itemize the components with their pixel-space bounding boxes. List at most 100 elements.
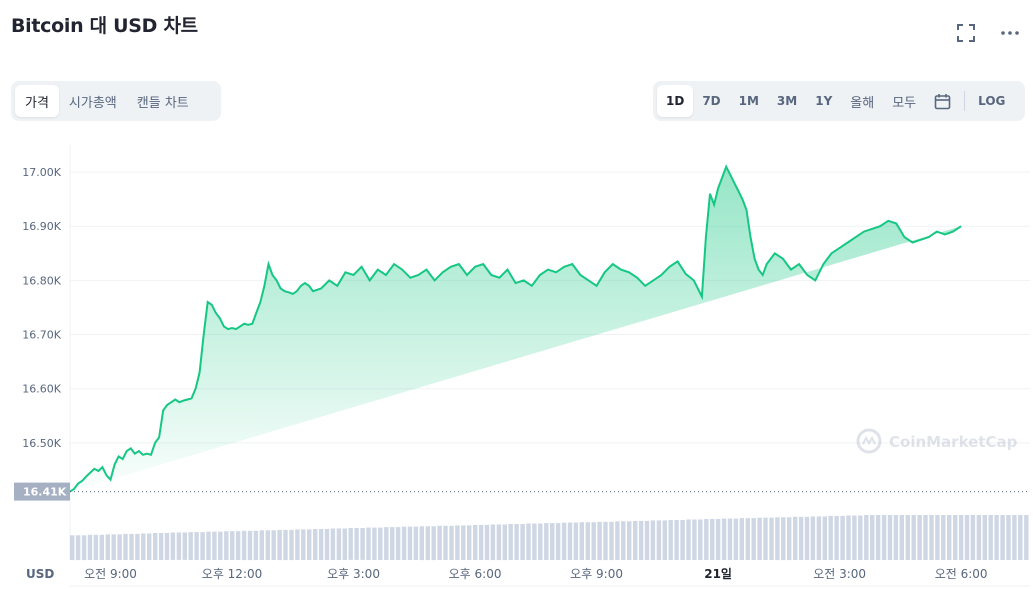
y-tick-label: 16.60K — [22, 383, 61, 396]
volume-bar — [135, 533, 140, 560]
volume-bar — [591, 522, 596, 560]
volume-bar — [158, 533, 164, 560]
volume-bar — [307, 529, 312, 560]
price-chart[interactable]: 17.00K 16.90K 16.80K 16.70K 16.60K 16.50K 16.… — [0, 0, 1033, 589]
volume-bar — [881, 515, 887, 560]
volume-bar — [532, 523, 537, 560]
volume-bar — [615, 521, 620, 560]
volume-bar — [407, 526, 413, 560]
volume-bar — [395, 527, 401, 560]
volume-bar — [550, 523, 555, 560]
x-tick-label: 21일 — [704, 567, 732, 581]
volume-bar — [1024, 515, 1029, 560]
volume-bar — [449, 525, 454, 560]
volume-bar — [627, 521, 632, 560]
y-tick-label: 17.00K — [22, 166, 61, 179]
y-tick-label: 16.90K — [22, 220, 61, 233]
volume-bar — [390, 527, 395, 560]
x-tick-label: 오전 9:00 — [84, 567, 137, 581]
volume-bar — [745, 518, 750, 560]
volume-bar — [822, 516, 827, 560]
volume-bar — [858, 515, 863, 560]
volume-bar — [793, 516, 798, 560]
y-axis: 17.00K 16.90K 16.80K 16.70K 16.60K 16.50K — [22, 166, 61, 450]
volume-bar — [455, 525, 460, 560]
volume-bar — [875, 515, 881, 560]
volume-bar — [313, 529, 318, 560]
y-tick-label: 16.80K — [22, 274, 61, 287]
volume-bar — [1018, 515, 1023, 560]
volume-bar — [188, 532, 193, 560]
x-tick-label: 오전 3:00 — [813, 567, 866, 581]
volume-bar — [958, 515, 964, 560]
volume-bar — [235, 531, 241, 560]
volume-bar — [834, 515, 839, 560]
volume-bar — [775, 517, 780, 561]
volume-bar — [200, 532, 205, 560]
volume-bar — [804, 516, 810, 560]
volume-bar — [484, 524, 490, 560]
current-price-label: 16.41K — [23, 486, 67, 499]
volume-bar — [342, 528, 347, 560]
volume-bar — [953, 515, 958, 560]
volume-bar — [638, 520, 644, 560]
volume-bar — [271, 530, 276, 560]
volume-bar — [798, 516, 804, 560]
volume-bar — [911, 515, 916, 560]
watermark-text: CoinMarketCap — [889, 433, 1018, 451]
volume-bar — [656, 520, 662, 560]
volume-bar — [899, 515, 904, 560]
volume-bar — [1006, 515, 1011, 560]
volume-bar — [301, 529, 306, 560]
volume-bar — [81, 535, 87, 561]
volume-bar — [170, 532, 176, 560]
volume-bar — [378, 527, 383, 560]
volume-bar — [887, 515, 893, 560]
volume-bar — [141, 533, 146, 560]
volume-bar — [247, 530, 253, 561]
volume-bar — [739, 518, 744, 560]
volume-bar — [147, 533, 152, 560]
volume-bar — [668, 520, 673, 560]
volume-bar — [597, 521, 602, 561]
volume-bar — [182, 532, 187, 560]
volume-bar — [277, 529, 282, 561]
volume-bar — [401, 526, 407, 560]
volume-bar — [650, 520, 656, 560]
volume-bar — [324, 529, 330, 560]
volume-bar — [935, 515, 940, 560]
volume-bar — [206, 531, 211, 560]
volume-bar — [544, 523, 549, 560]
volume-bar — [1000, 515, 1005, 560]
volume-bar — [852, 515, 857, 560]
volume-bar — [692, 519, 697, 560]
volume-bar — [1012, 515, 1017, 560]
volume-bar — [763, 517, 768, 560]
volume-bar — [372, 527, 377, 560]
volume-bar — [502, 524, 507, 561]
volume-bar — [360, 528, 365, 560]
volume-bar — [704, 519, 709, 560]
volume-bar — [644, 520, 650, 560]
x-tick-label: 오전 6:00 — [935, 567, 988, 581]
x-axis: 오전 9:00 오후 12:00 오후 3:00 오후 6:00 오후 9:00 21일 오… — [84, 567, 987, 581]
volume-bar — [828, 515, 833, 560]
volume-bar — [769, 517, 774, 560]
volume-bar — [478, 524, 484, 560]
volume-bar — [893, 515, 899, 560]
volume-bar — [265, 530, 270, 560]
volume-bar — [330, 528, 336, 560]
volume-bar — [698, 519, 703, 560]
volume-bar — [941, 515, 946, 560]
volume-bar — [289, 529, 294, 561]
volume-bar — [988, 515, 993, 560]
volume-bar — [633, 520, 638, 560]
x-tick-label: 오후 9:00 — [570, 567, 623, 581]
volume-bar — [846, 515, 851, 560]
volume-bar — [917, 515, 922, 560]
volume-bar — [99, 534, 104, 560]
volume-bar — [437, 525, 442, 560]
volume-bar — [520, 524, 525, 560]
volume-bar — [241, 530, 247, 561]
y-tick-label: 16.50K — [22, 437, 61, 450]
